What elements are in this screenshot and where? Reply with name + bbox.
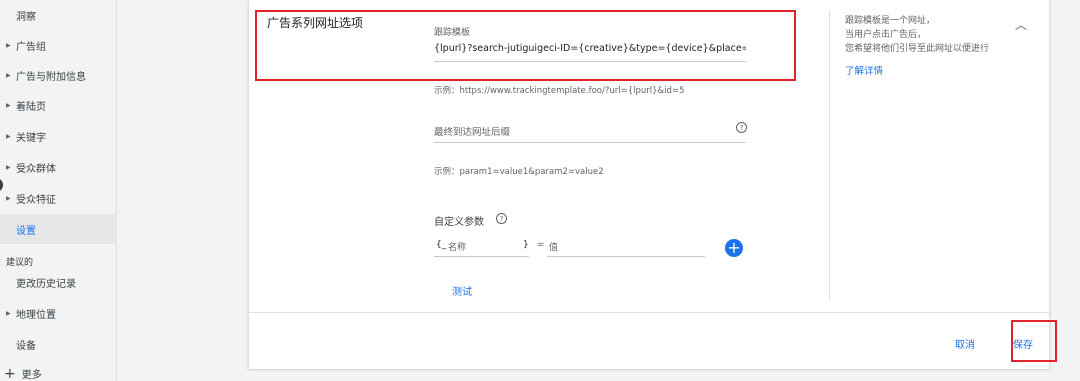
param-name-input[interactable]: 名称	[448, 240, 466, 253]
sidebar-item-label: 广告组	[16, 41, 46, 53]
param-name-underline	[434, 256, 529, 257]
param-value-input[interactable]: 值	[549, 240, 558, 253]
sidebar-item-label: 着陆页	[16, 101, 46, 113]
highlight-box	[1011, 320, 1057, 362]
test-button[interactable]: 测试	[452, 283, 472, 298]
highlight-box	[255, 10, 796, 81]
sidebar-item-label: 关键字	[16, 132, 46, 144]
add-param-button[interactable]: +	[725, 239, 743, 257]
side-help-line: 当用户点击广告后，	[845, 30, 927, 40]
cancel-button[interactable]: 取消	[955, 336, 975, 351]
divider	[249, 312, 1051, 313]
sidebar-item-keywords[interactable]: ▶ 关键字	[0, 121, 117, 151]
sidebar-item-label: 地理位置	[16, 309, 56, 321]
sidebar-item-label: 广告与附加信息	[16, 71, 86, 83]
sidebar-item-insights[interactable]: 洞察	[0, 0, 117, 30]
side-help-line: 您希望将他们引导至此网址以便进行	[845, 44, 990, 54]
sidebar-item-audiences[interactable]: ▶ 受众群体	[0, 152, 117, 182]
sidebar-item-label: 受众特征	[16, 194, 56, 206]
caret-right-icon: ▶	[6, 132, 11, 140]
param-value-underline	[547, 256, 705, 257]
caret-right-icon: ▶	[6, 163, 11, 171]
help-icon[interactable]: ?	[736, 122, 747, 133]
sidebar-item-ads-extensions[interactable]: ▶ 广告与附加信息	[0, 60, 117, 90]
caret-right-icon: ▶	[6, 71, 11, 79]
param-name-prefix: {_	[436, 240, 447, 250]
plus-icon: +	[4, 365, 16, 381]
learn-more-link[interactable]: 了解详情	[845, 63, 883, 77]
side-help-line: 跟踪模板是一个网址，	[845, 16, 936, 26]
divider	[829, 10, 830, 301]
sidebar-more-label: 更多	[21, 370, 42, 381]
sidebar: 洞察 ▶ 广告组 ▶ 广告与附加信息 ▶ 着陆页 ▶ 关键字 ▶ 受众群体 ▶ …	[0, 0, 117, 381]
sidebar-item-label: 受众群体	[16, 163, 56, 175]
tracking-template-example: 示例：https://www.trackingtemplate.foo/?url…	[434, 86, 685, 96]
help-icon[interactable]: ?	[496, 213, 507, 224]
sidebar-more-button[interactable]: + 更多	[4, 366, 42, 381]
sidebar-item-label: 更改历史记录	[16, 278, 76, 290]
custom-params-label: 自定义参数	[434, 217, 484, 228]
final-url-suffix-input[interactable]: 最终到达网址后缀	[434, 124, 724, 138]
caret-right-icon: ▶	[6, 309, 11, 317]
sidebar-item-demographics[interactable]: ▶ 受众特征	[0, 183, 117, 213]
final-url-suffix-underline	[434, 142, 746, 143]
final-url-suffix-example: 示例：param1=value1&param2=value2	[434, 167, 604, 177]
caret-right-icon: ▶	[6, 41, 11, 49]
sidebar-item-label: 设备	[16, 340, 36, 352]
sidebar-item-landing-pages[interactable]: ▶ 着陆页	[0, 90, 117, 120]
sidebar-item-settings[interactable]: 设置	[0, 214, 117, 244]
param-name-suffix: }	[523, 240, 529, 250]
sidebar-item-label: 设置	[16, 225, 36, 237]
param-equals: =	[537, 240, 545, 250]
caret-right-icon: ▶	[6, 194, 11, 202]
sidebar-item-devices[interactable]: 设备	[0, 329, 117, 359]
sidebar-item-locations[interactable]: ▶ 地理位置	[0, 298, 117, 328]
sidebar-item-change-history[interactable]: 更改历史记录	[0, 267, 117, 297]
chevron-up-icon[interactable]: ︿	[1015, 16, 1027, 33]
sidebar-item-ad-groups[interactable]: ▶ 广告组	[0, 30, 117, 60]
caret-right-icon: ▶	[6, 101, 11, 109]
side-help-text: 跟踪模板是一个网址， 当用户点击广告后， 您希望将他们引导至此网址以便进行	[845, 14, 1005, 56]
sidebar-item-label: 洞察	[16, 11, 36, 23]
